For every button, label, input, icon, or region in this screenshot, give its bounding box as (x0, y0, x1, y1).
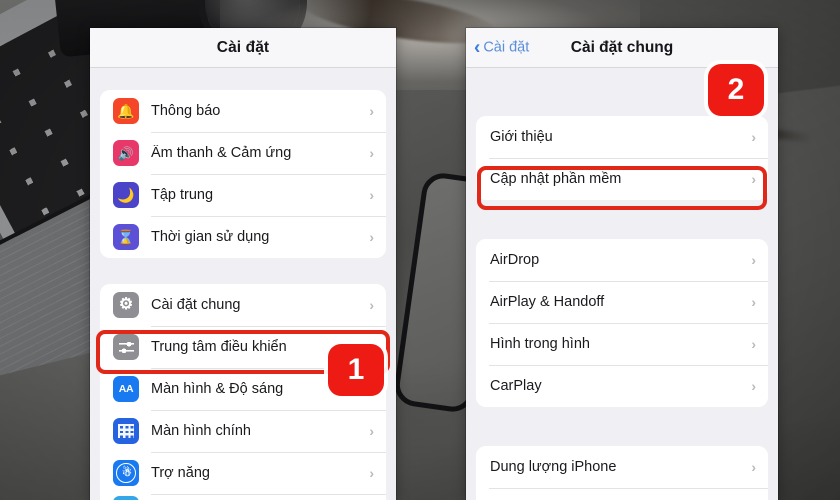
settings-row-gioi-thieu[interactable]: Giới thiệu › (476, 116, 768, 158)
gear-icon (113, 292, 139, 318)
settings-row-label: CarPlay (490, 378, 542, 394)
accessibility-icon: ☃ (113, 460, 139, 486)
chevron-left-icon: ‹ (474, 37, 481, 58)
settings-row-hinh-nen[interactable]: Hình nền › (100, 494, 386, 500)
settings-row-label: Trợ năng (151, 465, 210, 481)
left-navbar: Cài đặt (90, 28, 396, 68)
step-badge-2: 2 (708, 64, 764, 116)
notifications-group: Thông báo › Âm thanh & Cảm ứng › Tập tru… (100, 90, 386, 258)
settings-row-label: Màn hình chính (151, 423, 251, 439)
chevron-right-icon: › (369, 229, 374, 245)
settings-row-cai-dat-chung[interactable]: Cài đặt chung › (100, 284, 386, 326)
settings-row-hinh-trong-hinh[interactable]: Hình trong hình › (476, 323, 768, 365)
chevron-right-icon: › (369, 297, 374, 313)
settings-row-tro-nang[interactable]: ☃ Trợ năng › (100, 452, 386, 494)
settings-row-airdrop[interactable]: AirDrop › (476, 239, 768, 281)
chevron-right-icon: › (751, 294, 756, 310)
settings-row-label: Cài đặt chung (151, 297, 241, 313)
bell-icon (113, 98, 139, 124)
chevron-right-icon: › (751, 129, 756, 145)
settings-row-airplay-handoff[interactable]: AirPlay & Handoff › (476, 281, 768, 323)
back-button-label: Cài đặt (483, 39, 530, 56)
about-update-group: Giới thiệu › Cập nhật phần mềm › (476, 116, 768, 200)
settings-row-label: Cập nhật phần mềm (490, 171, 622, 187)
back-button[interactable]: ‹ Cài đặt (474, 38, 529, 57)
right-navbar: ‹ Cài đặt Cài đặt chung (466, 28, 778, 68)
storage-group: Dung lượng iPhone › Làm mới ứng dụng tro… (476, 446, 768, 500)
settings-screenshot-left: Cài đặt Thông báo › Âm thanh & Cảm ứng ›… (90, 28, 396, 500)
chevron-right-icon: › (751, 378, 756, 394)
chevron-right-icon: › (751, 252, 756, 268)
left-settings-list[interactable]: Thông báo › Âm thanh & Cảm ứng › Tập tru… (90, 68, 396, 500)
chevron-right-icon: › (369, 145, 374, 161)
settings-row-am-thanh-cam-ung[interactable]: Âm thanh & Cảm ứng › (100, 132, 386, 174)
settings-row-tap-trung[interactable]: Tập trung › (100, 174, 386, 216)
chevron-right-icon: › (751, 336, 756, 352)
chevron-right-icon: › (369, 465, 374, 481)
settings-row-carplay[interactable]: CarPlay › (476, 365, 768, 407)
chevron-right-icon: › (751, 459, 756, 475)
settings-row-label: Thời gian sử dụng (151, 229, 270, 245)
step-badge-1: 1 (328, 344, 384, 396)
settings-row-label: AirPlay & Handoff (490, 294, 605, 310)
wallpaper-icon (113, 496, 139, 500)
page-title: Cài đặt chung (570, 38, 674, 56)
right-settings-list[interactable]: Giới thiệu › Cập nhật phần mềm › AirDrop… (466, 68, 778, 500)
speaker-icon (113, 140, 139, 166)
settings-row-label: Âm thanh & Cảm ứng (151, 145, 292, 161)
page-title: Cài đặt (216, 38, 270, 56)
control-center-icon (113, 334, 139, 360)
display-aa-icon (113, 376, 139, 402)
accessibility-figure: ☃ (122, 467, 132, 479)
chevron-right-icon: › (369, 187, 374, 203)
chevron-right-icon: › (369, 423, 374, 439)
settings-row-label: AirDrop (490, 252, 540, 268)
settings-row-label: Giới thiệu (490, 129, 553, 145)
settings-row-man-hinh-chinh[interactable]: Màn hình chính › (100, 410, 386, 452)
chevron-right-icon: › (751, 171, 756, 187)
settings-row-label: Thông báo (151, 103, 221, 119)
connectivity-group: AirDrop › AirPlay & Handoff › Hình trong… (476, 239, 768, 407)
settings-row-thong-bao[interactable]: Thông báo › (100, 90, 386, 132)
settings-row-cap-nhat-phan-mem[interactable]: Cập nhật phần mềm › (476, 158, 768, 200)
hourglass-icon (113, 224, 139, 250)
moon-icon (113, 182, 139, 208)
home-screen-icon (113, 418, 139, 444)
settings-row-label: Hình trong hình (490, 336, 590, 352)
settings-row-lam-moi-ung-dung-trong-nen[interactable]: Làm mới ứng dụng trong nền › (476, 488, 768, 500)
settings-row-dung-luong-iphone[interactable]: Dung lượng iPhone › (476, 446, 768, 488)
chevron-right-icon: › (369, 103, 374, 119)
settings-row-thoi-gian-su-dung[interactable]: Thời gian sử dụng › (100, 216, 386, 258)
settings-row-label: Dung lượng iPhone (490, 459, 617, 475)
settings-row-label: Tập trung (151, 187, 214, 203)
